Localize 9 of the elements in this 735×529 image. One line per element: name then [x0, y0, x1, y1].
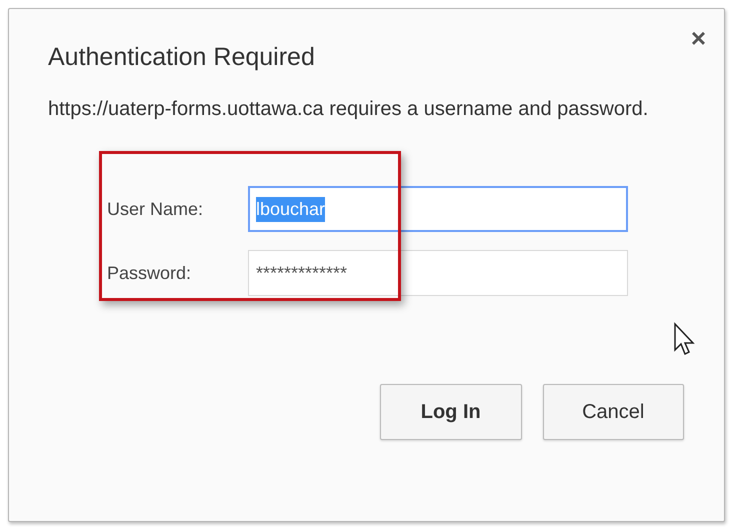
mouse-cursor-icon: [673, 322, 697, 358]
dialog-title: Authentication Required: [48, 43, 316, 72]
cancel-button[interactable]: Cancel: [542, 384, 684, 440]
close-button[interactable]: ×: [686, 25, 710, 51]
field-label: Password:: [107, 262, 192, 284]
dialog-message: https://uaterp-forms.uottawa.ca requires a username and password.: [48, 97, 650, 122]
login-button[interactable]: Log In: [380, 384, 522, 440]
input-field[interactable]: *************: [248, 250, 628, 296]
field-label: User Name:: [107, 198, 204, 220]
